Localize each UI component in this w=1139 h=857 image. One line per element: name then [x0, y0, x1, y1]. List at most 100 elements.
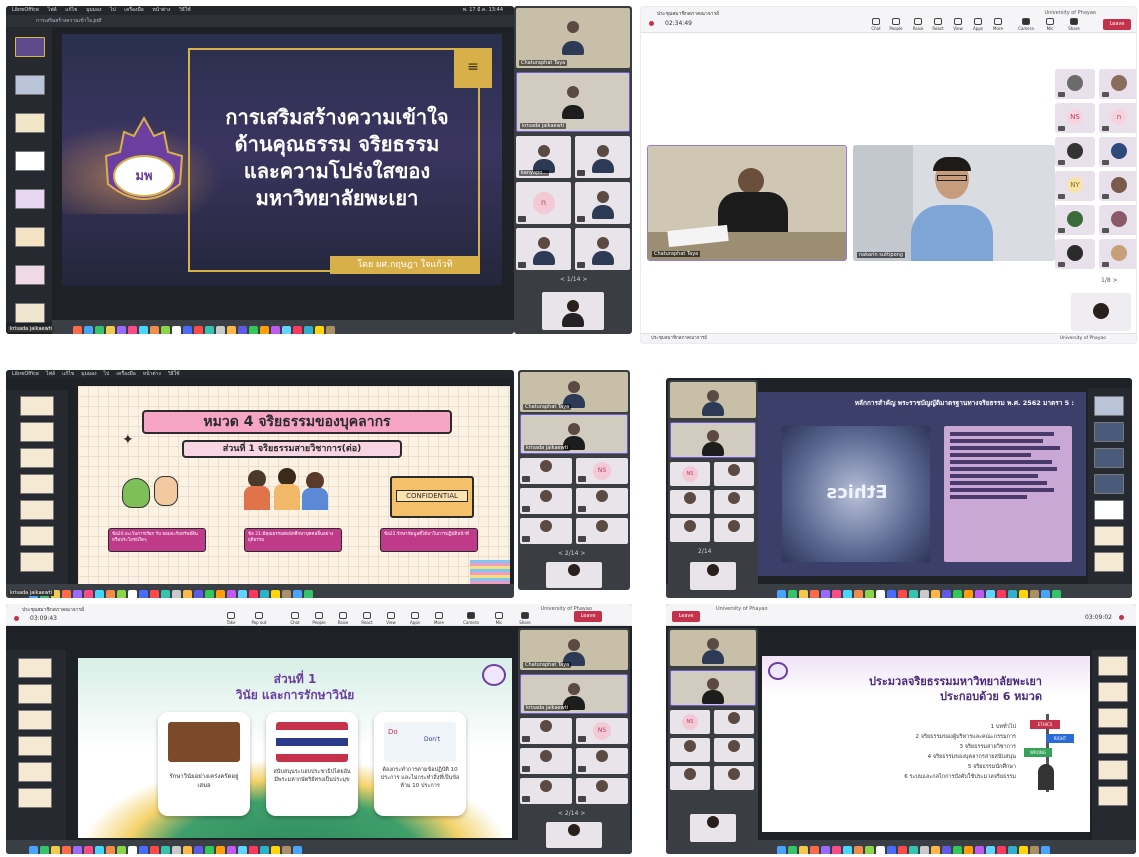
participant-pager[interactable]: 2/14	[698, 548, 711, 555]
participant-tile[interactable]	[576, 488, 628, 514]
slide-thumb[interactable]	[20, 448, 54, 468]
participant-tile[interactable]	[1055, 205, 1095, 235]
slide-thumb[interactable]	[20, 500, 54, 520]
participant-tile[interactable]: n	[1099, 103, 1136, 133]
participant-tile[interactable]	[670, 518, 710, 542]
participant-tile[interactable]	[575, 136, 630, 178]
slide-thumb[interactable]	[1098, 734, 1128, 754]
react-button[interactable]: React	[929, 18, 947, 31]
participant-tile[interactable]	[670, 738, 710, 762]
participant-tile[interactable]	[670, 422, 756, 458]
more-button[interactable]: More	[430, 612, 448, 625]
slide-thumb[interactable]	[1094, 448, 1124, 468]
chat-button[interactable]: Chat	[867, 18, 885, 31]
slide-thumb[interactable]	[1094, 396, 1124, 416]
participant-tile[interactable]	[714, 766, 754, 790]
camera-button[interactable]: Camera	[1017, 18, 1035, 31]
participant-tile[interactable]	[576, 748, 628, 774]
slide-thumb[interactable]	[1094, 500, 1124, 520]
menu-help[interactable]: วิธีใช้	[179, 7, 191, 13]
slide-thumb[interactable]	[20, 474, 54, 494]
slide-thumb[interactable]	[18, 710, 52, 730]
participant-tile[interactable]	[576, 518, 628, 544]
mac-dock[interactable]	[52, 320, 514, 334]
mic-button[interactable]: Mic	[490, 612, 508, 625]
slide-thumbnail-rail[interactable]	[1088, 388, 1132, 586]
slide-thumb[interactable]	[15, 189, 45, 209]
participant-tile[interactable]	[520, 518, 572, 544]
participant-tile[interactable]	[714, 490, 754, 514]
participant-tile[interactable]	[1055, 69, 1095, 99]
participant-tile[interactable]	[1099, 69, 1136, 99]
participant-tile[interactable]	[520, 488, 572, 514]
slide-thumb[interactable]	[1094, 526, 1124, 546]
slide-thumb[interactable]	[20, 422, 54, 442]
slide-thumb[interactable]	[1098, 682, 1128, 702]
participant-tile[interactable]	[1055, 239, 1095, 269]
speaker-tile-left[interactable]: Chaturaphat Taya	[647, 145, 847, 261]
participant-tile[interactable]: NY	[1055, 171, 1095, 201]
mac-dock[interactable]	[6, 584, 514, 598]
slide-thumb[interactable]	[18, 762, 52, 782]
leave-button[interactable]: Leave	[1103, 19, 1131, 30]
view-button[interactable]: View	[382, 612, 400, 625]
participant-tile[interactable]	[714, 710, 754, 734]
slide-thumb[interactable]	[20, 552, 54, 572]
take-control-button[interactable]: Take control	[222, 612, 240, 630]
participant-tile[interactable]	[520, 748, 572, 774]
leave-button[interactable]: Leave	[574, 611, 602, 622]
slide-thumb[interactable]	[15, 37, 45, 57]
participant-tile[interactable]: NS	[670, 710, 710, 734]
participant-tile[interactable]	[576, 778, 628, 804]
slide-thumb[interactable]	[1098, 656, 1128, 676]
mic-button[interactable]: Mic	[1041, 18, 1059, 31]
participant-tile[interactable]	[520, 778, 572, 804]
speaker-tile-right[interactable]: nakarin suttipong	[853, 145, 1055, 261]
participant-tile[interactable]	[714, 462, 754, 486]
slide-thumb[interactable]	[1094, 552, 1124, 572]
participant-tile[interactable]	[714, 518, 754, 542]
menu-square[interactable]: ≡	[454, 48, 492, 88]
participant-tile[interactable]: NS	[1055, 103, 1095, 133]
gallery-pager[interactable]: 1/8 >	[1101, 277, 1118, 284]
participant-tile[interactable]: Chaturaphat Taya	[520, 630, 628, 670]
share-button[interactable]: Share	[1065, 18, 1083, 31]
menu-app[interactable]: LibreOffice	[12, 7, 39, 13]
share-button[interactable]: Share	[516, 612, 534, 625]
participant-tile[interactable]: n	[516, 182, 571, 224]
participant-tile[interactable]	[670, 670, 756, 706]
participant-pager[interactable]: < 1/14 >	[560, 276, 587, 283]
menu-tools[interactable]: เครื่องมือ	[124, 7, 143, 13]
slide-thumb[interactable]	[15, 113, 45, 133]
slide-thumb[interactable]	[15, 75, 45, 95]
participant-tile[interactable]	[575, 182, 630, 224]
apps-button[interactable]: Apps	[406, 612, 424, 625]
participant-tile[interactable]: kanyapo...	[516, 136, 571, 178]
menu-file[interactable]: ไฟล์	[48, 7, 57, 13]
slide-thumb[interactable]	[18, 684, 52, 704]
participant-tile[interactable]	[516, 228, 571, 270]
slide-thumb[interactable]	[1094, 422, 1124, 442]
participant-tile[interactable]: krisada jaikaewti	[516, 72, 630, 132]
participant-tile[interactable]	[670, 490, 710, 514]
slide-thumb[interactable]	[18, 658, 52, 678]
participant-tile[interactable]	[714, 738, 754, 762]
participant-pager[interactable]: < 2/14 >	[558, 550, 585, 557]
menu-view[interactable]: มุมมอง	[86, 7, 101, 13]
slide-thumb[interactable]	[20, 396, 54, 416]
raise-button[interactable]: Raise	[909, 18, 927, 31]
raise-button[interactable]: Raise	[334, 612, 352, 625]
view-button[interactable]: View	[949, 18, 967, 31]
participant-tile[interactable]: NS	[670, 462, 710, 486]
participant-tile[interactable]: Chaturaphat Taya	[516, 8, 630, 68]
participant-tile[interactable]	[1099, 205, 1136, 235]
more-button[interactable]: More	[989, 18, 1007, 31]
slide-thumb[interactable]	[1098, 708, 1128, 728]
slide-thumbnail-rail[interactable]	[6, 390, 68, 586]
participant-tile[interactable]	[520, 718, 572, 744]
slide-thumbnail-rail[interactable]	[6, 27, 52, 323]
people-button[interactable]: People	[310, 612, 328, 625]
slide-thumb[interactable]	[1098, 760, 1128, 780]
participant-tile[interactable]: krisada jaikaewti	[520, 414, 628, 454]
people-button[interactable]: People	[887, 18, 905, 31]
